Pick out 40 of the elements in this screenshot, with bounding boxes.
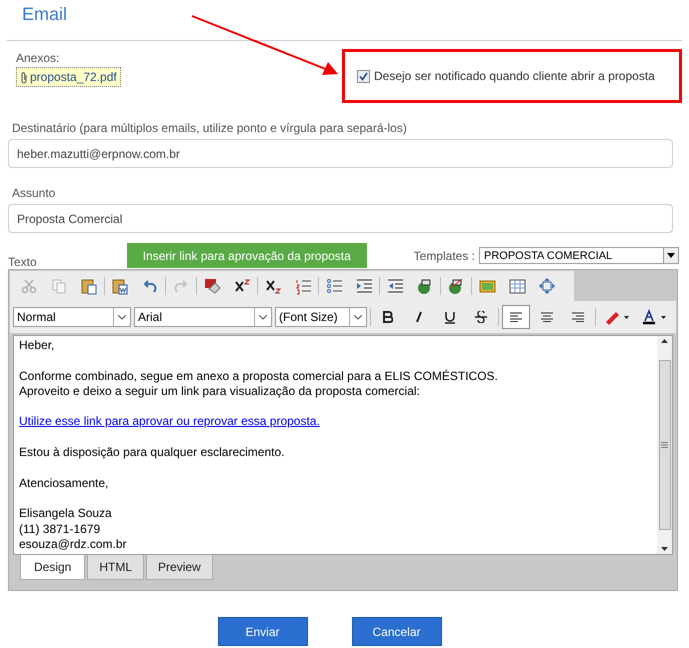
editor-tab[interactable]: Preview bbox=[146, 555, 213, 580]
strikethrough-icon[interactable] bbox=[475, 311, 487, 323]
attachment-link[interactable]: proposta_72.pdf bbox=[16, 67, 121, 87]
paperclip-icon bbox=[20, 70, 28, 84]
body-text-line: Aproveito e deixo a seguir um link para visualização da proposta comercial: bbox=[19, 384, 421, 400]
body-text-line: Elisangela Souza bbox=[19, 506, 113, 522]
approval-link[interactable]: Utilize esse link para aprovar ou reprovar essa proposta. bbox=[19, 414, 320, 428]
dropdown-arrow-icon[interactable] bbox=[667, 253, 675, 258]
notify-checkbox[interactable] bbox=[357, 70, 370, 82]
body-text-line: Estou à disposição para qualquer esclarecimento. bbox=[19, 445, 286, 460]
cancel-button[interactable]: Cancelar bbox=[352, 617, 442, 646]
editor-tab[interactable]: Design bbox=[20, 555, 86, 580]
body-text-line: esouza@rdz.com.br bbox=[19, 536, 128, 552]
subject-label: Assunto bbox=[11, 186, 56, 202]
body-text-line: Atenciosamente, bbox=[19, 476, 110, 491]
attachments-label: Anexos: bbox=[16, 51, 60, 65]
align-right-icon[interactable] bbox=[572, 312, 584, 322]
recipient-label: Destinatário (para múltiplos emails, utilize ponto e vírgula para separá-los) bbox=[11, 121, 408, 137]
font-size-dropdown[interactable]: (Font Size) bbox=[275, 307, 367, 327]
bold-icon[interactable] bbox=[383, 311, 393, 323]
grip-icon bbox=[661, 442, 668, 448]
underline-icon[interactable] bbox=[445, 310, 455, 324]
style-dropdown[interactable]: Normal bbox=[13, 307, 131, 327]
body-text-line: Conforme combinado, segue em anexo a proposta comercial para a ELIS COMÉSTICOS. bbox=[19, 368, 499, 384]
templates-label: Templates : bbox=[414, 248, 475, 262]
notify-label: Desejo ser notificado quando cliente abrir a proposta bbox=[374, 69, 655, 83]
body-label: Texto bbox=[8, 255, 37, 269]
body-text-line: (11) 3871-1679 bbox=[19, 522, 102, 537]
font-dropdown[interactable]: Arial bbox=[134, 307, 272, 327]
align-center-icon[interactable] bbox=[541, 312, 553, 322]
editor-tab[interactable]: HTML bbox=[87, 555, 144, 580]
italic-icon[interactable] bbox=[415, 311, 423, 323]
align-left-button[interactable] bbox=[502, 305, 530, 329]
recipient-field[interactable]: heber.mazutti@erpnow.com.br bbox=[8, 139, 673, 168]
templates-dropdown[interactable]: PROPOSTA COMERCIAL bbox=[479, 247, 679, 264]
body-text-line: Heber, bbox=[19, 338, 56, 354]
send-button[interactable]: Enviar bbox=[218, 617, 308, 646]
subject-field[interactable]: Proposta Comercial bbox=[8, 204, 673, 233]
page-title: Email bbox=[21, 3, 68, 26]
align-left-icon bbox=[510, 312, 522, 322]
